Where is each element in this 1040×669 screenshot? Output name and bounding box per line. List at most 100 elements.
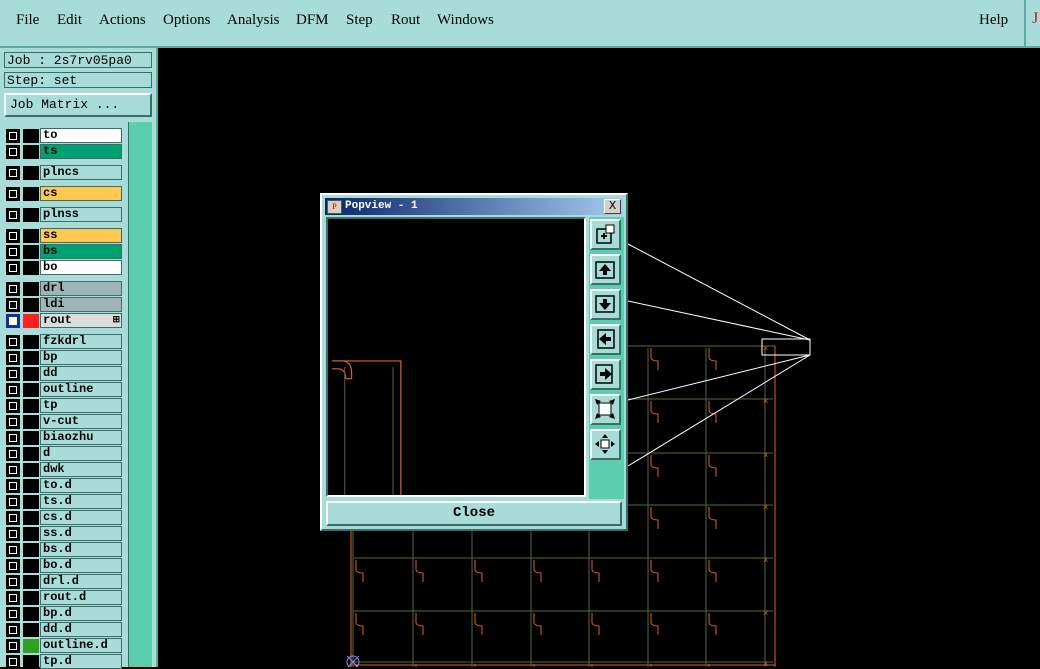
layer-row-cs[interactable]: cs bbox=[4, 186, 126, 201]
layer-row-outline-d[interactable]: outline.d bbox=[4, 638, 126, 653]
layer-checkbox[interactable] bbox=[6, 607, 20, 621]
layer-color-swatch[interactable] bbox=[23, 495, 39, 509]
popview-close-x-button[interactable]: X bbox=[604, 199, 621, 214]
layer-name[interactable]: bs.d bbox=[40, 542, 122, 557]
layer-color-swatch[interactable] bbox=[23, 187, 39, 201]
layer-checkbox[interactable] bbox=[6, 282, 20, 296]
menu-options[interactable]: Options bbox=[163, 12, 211, 29]
layer-color-swatch[interactable] bbox=[23, 298, 39, 312]
layer-checkbox[interactable] bbox=[6, 314, 20, 328]
layer-color-swatch[interactable] bbox=[23, 511, 39, 525]
layer-name[interactable]: to.d bbox=[40, 478, 122, 493]
layer-row-to[interactable]: to bbox=[4, 128, 126, 143]
pan-up-button[interactable] bbox=[590, 254, 621, 285]
layer-name[interactable]: v-cut bbox=[40, 414, 122, 429]
layer-color-swatch[interactable] bbox=[23, 245, 39, 259]
layer-name[interactable]: plnss bbox=[40, 207, 122, 222]
layer-checkbox[interactable] bbox=[6, 623, 20, 637]
layer-color-swatch[interactable] bbox=[23, 447, 39, 461]
popview-viewport[interactable] bbox=[326, 217, 586, 497]
layer-color-swatch[interactable] bbox=[23, 431, 39, 445]
layer-name[interactable]: bp bbox=[40, 350, 122, 365]
layer-name[interactable]: d bbox=[40, 446, 122, 461]
layer-name[interactable]: ldi bbox=[40, 297, 122, 312]
layer-color-swatch[interactable] bbox=[23, 463, 39, 477]
layer-checkbox[interactable] bbox=[6, 463, 20, 477]
layer-color-swatch[interactable] bbox=[23, 282, 39, 296]
layer-checkbox[interactable] bbox=[6, 129, 20, 143]
layer-checkbox[interactable] bbox=[6, 479, 20, 493]
layer-row-bp-d[interactable]: bp.d bbox=[4, 606, 126, 621]
layer-color-swatch[interactable] bbox=[23, 335, 39, 349]
zoom-window-button[interactable] bbox=[590, 219, 621, 250]
layer-row-bp[interactable]: bp bbox=[4, 350, 126, 365]
menu-file[interactable]: File bbox=[16, 12, 39, 29]
layer-row-ss[interactable]: ss bbox=[4, 228, 126, 243]
layer-color-swatch[interactable] bbox=[23, 261, 39, 275]
layer-checkbox[interactable] bbox=[6, 229, 20, 243]
expand-icon[interactable]: ⊞ bbox=[112, 314, 120, 327]
job-matrix-button[interactable]: Job Matrix ... bbox=[4, 93, 152, 117]
layer-checkbox[interactable] bbox=[6, 431, 20, 445]
layer-row-ss-d[interactable]: ss.d bbox=[4, 526, 126, 541]
layer-checkbox[interactable] bbox=[6, 298, 20, 312]
layer-row-ts-d[interactable]: ts.d bbox=[4, 494, 126, 509]
layer-checkbox[interactable] bbox=[6, 495, 20, 509]
menu-help[interactable]: Help bbox=[979, 12, 1008, 29]
zoom-out-button[interactable] bbox=[590, 429, 621, 460]
layer-name[interactable]: outline bbox=[40, 382, 122, 397]
layer-color-swatch[interactable] bbox=[23, 527, 39, 541]
layer-row-biaozhu[interactable]: biaozhu bbox=[4, 430, 126, 445]
menu-step[interactable]: Step bbox=[346, 12, 373, 29]
layer-checkbox[interactable] bbox=[6, 187, 20, 201]
layer-name[interactable]: plncs bbox=[40, 165, 122, 180]
layer-row-fzkdrl[interactable]: fzkdrl bbox=[4, 334, 126, 349]
layer-name[interactable]: cs.d bbox=[40, 510, 122, 525]
layer-color-swatch[interactable] bbox=[23, 314, 39, 328]
layer-name[interactable]: cs bbox=[40, 186, 122, 201]
layer-row-cs-d[interactable]: cs.d bbox=[4, 510, 126, 525]
popview-close-button[interactable]: Close bbox=[326, 501, 622, 526]
menu-analysis[interactable]: Analysis bbox=[227, 12, 280, 29]
layer-color-swatch[interactable] bbox=[23, 145, 39, 159]
layer-color-swatch[interactable] bbox=[23, 559, 39, 573]
layer-row-dd-d[interactable]: dd.d bbox=[4, 622, 126, 637]
layer-row-tp[interactable]: tp bbox=[4, 398, 126, 413]
layer-checkbox[interactable] bbox=[6, 261, 20, 275]
layer-name[interactable]: tp bbox=[40, 398, 122, 413]
layer-color-swatch[interactable] bbox=[23, 351, 39, 365]
layer-color-swatch[interactable] bbox=[23, 166, 39, 180]
layer-checkbox[interactable] bbox=[6, 145, 20, 159]
layer-row-rout[interactable]: rout ⊞ bbox=[4, 313, 126, 328]
layer-checkbox[interactable] bbox=[6, 335, 20, 349]
menu-actions[interactable]: Actions bbox=[99, 12, 146, 29]
layer-name[interactable]: drl.d bbox=[40, 574, 122, 589]
layer-row-bs[interactable]: bs bbox=[4, 244, 126, 259]
layer-color-swatch[interactable] bbox=[23, 229, 39, 243]
layer-checkbox[interactable] bbox=[6, 208, 20, 222]
layer-color-swatch[interactable] bbox=[23, 383, 39, 397]
layer-name[interactable]: ts.d bbox=[40, 494, 122, 509]
layer-row-bs-d[interactable]: bs.d bbox=[4, 542, 126, 557]
layer-checkbox[interactable] bbox=[6, 367, 20, 381]
layer-color-swatch[interactable] bbox=[23, 129, 39, 143]
layer-row-v-cut[interactable]: v-cut bbox=[4, 414, 126, 429]
layer-name[interactable]: dd bbox=[40, 366, 122, 381]
layer-color-swatch[interactable] bbox=[23, 623, 39, 637]
layer-row-drl-d[interactable]: drl.d bbox=[4, 574, 126, 589]
layer-row-dwk[interactable]: dwk bbox=[4, 462, 126, 477]
pan-right-button[interactable] bbox=[590, 359, 621, 390]
popview-title-bar[interactable]: P Popview - 1 X bbox=[325, 198, 623, 215]
menu-rout[interactable]: Rout bbox=[391, 12, 420, 29]
layer-checkbox[interactable] bbox=[6, 351, 20, 365]
layer-name[interactable]: outline.d bbox=[40, 638, 122, 653]
layer-name[interactable]: drl bbox=[40, 281, 122, 296]
layer-row-drl[interactable]: drl bbox=[4, 281, 126, 296]
layer-name[interactable]: rout ⊞ bbox=[40, 313, 122, 328]
layer-name[interactable]: dd.d bbox=[40, 622, 122, 637]
layer-name[interactable]: to bbox=[40, 128, 122, 143]
pan-down-button[interactable] bbox=[590, 289, 621, 320]
layer-name[interactable]: biaozhu bbox=[40, 430, 122, 445]
zoom-in-button[interactable] bbox=[590, 394, 621, 425]
layer-name[interactable]: rout.d bbox=[40, 590, 122, 605]
